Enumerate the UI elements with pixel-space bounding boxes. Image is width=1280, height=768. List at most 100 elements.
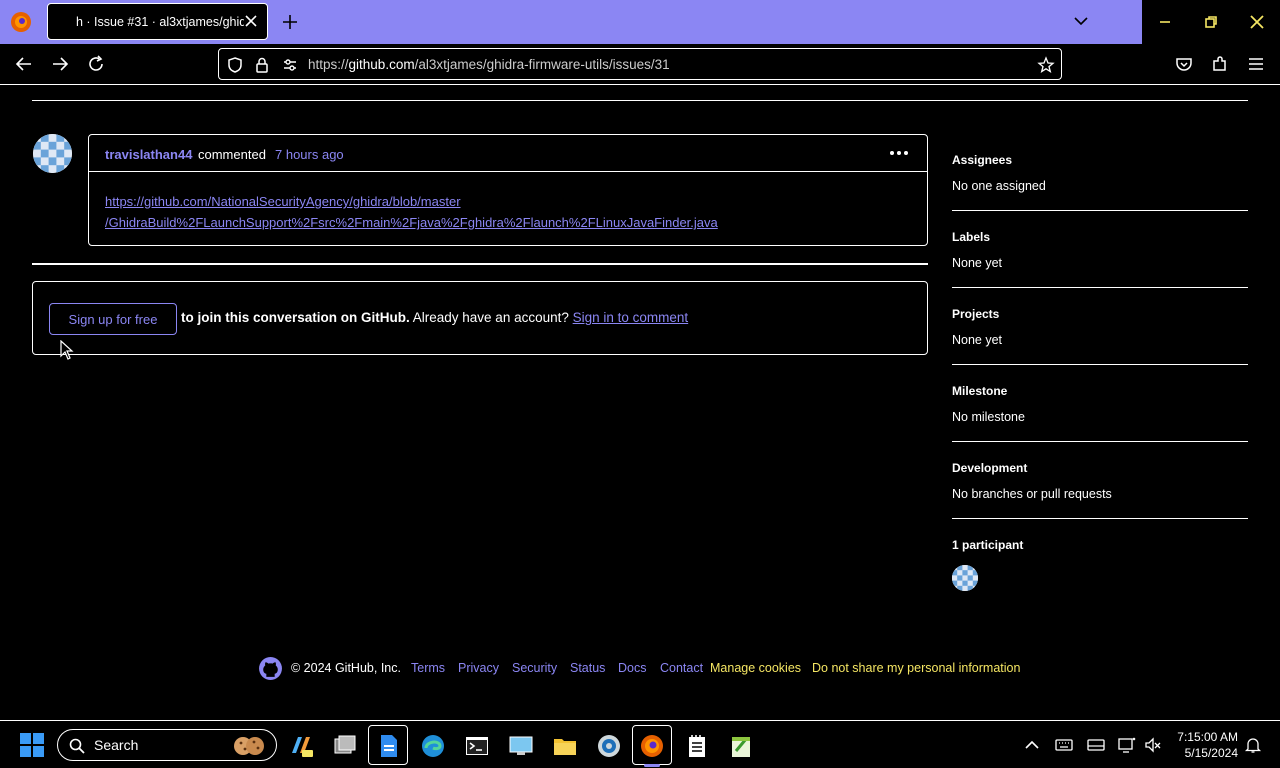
- labels-value: None yet: [952, 256, 1003, 270]
- search-icon: [69, 738, 85, 754]
- join-rest-text: Already have an account?: [409, 310, 573, 325]
- projects-value: None yet: [952, 333, 1003, 347]
- participant-avatar[interactable]: [952, 565, 978, 591]
- divider: [952, 441, 1248, 442]
- minimize-icon[interactable]: [1155, 12, 1175, 32]
- windows-start-icon[interactable]: [19, 732, 45, 758]
- comment-body-link[interactable]: https://github.com/NationalSecurityAgenc…: [105, 191, 905, 233]
- avatar[interactable]: [33, 134, 72, 173]
- document-app-icon[interactable]: [376, 733, 402, 759]
- divider: [32, 100, 1248, 101]
- restore-icon[interactable]: [1201, 12, 1221, 32]
- participants-heading: 1 participant: [952, 538, 1024, 552]
- github-logo-icon[interactable]: [258, 656, 283, 681]
- windows-taskbar: Search 7:15:00 AM 5/15/2024: [0, 720, 1280, 768]
- new-tab-icon[interactable]: [280, 12, 300, 32]
- comment-box: travislathan44 commented 7 hours ago htt…: [88, 134, 928, 246]
- divider: [32, 263, 928, 265]
- task-view-icon[interactable]: [332, 733, 358, 759]
- comment-link-line: https://github.com/NationalSecurityAgenc…: [105, 194, 461, 209]
- notification-bell-icon[interactable]: [1244, 736, 1262, 754]
- divider: [952, 364, 1248, 365]
- mouse-cursor-icon: [60, 340, 74, 360]
- firefox-icon[interactable]: [10, 11, 32, 33]
- chevron-up-icon[interactable]: [1023, 736, 1041, 754]
- assignees-heading[interactable]: Assignees: [952, 153, 1012, 167]
- browser-title-bar: h · Issue #31 · al3xtjames/ghidra-firmwa…: [0, 0, 1280, 44]
- active-indicator: [644, 764, 660, 767]
- network-icon[interactable]: [1118, 736, 1136, 754]
- comment-timestamp-link[interactable]: 7 hours ago: [275, 147, 344, 162]
- copilot-icon[interactable]: [288, 733, 314, 759]
- footer-link-docs[interactable]: Docs: [618, 661, 646, 675]
- navigation-bar: https://github.com/al3xtjames/ghidra-fir…: [0, 44, 1280, 85]
- drive-icon[interactable]: [1087, 736, 1105, 754]
- footer-link-do-not-share[interactable]: Do not share my personal information: [812, 661, 1020, 675]
- terminal-icon[interactable]: [464, 733, 490, 759]
- divider: [952, 518, 1248, 519]
- assignees-value: No one assigned: [952, 179, 1046, 193]
- footer-link-status[interactable]: Status: [570, 661, 605, 675]
- clock-date: 5/15/2024: [1184, 746, 1238, 760]
- projects-heading[interactable]: Projects: [952, 307, 999, 321]
- file-explorer-icon[interactable]: [552, 733, 578, 759]
- divider: [952, 210, 1248, 211]
- chevron-down-icon[interactable]: [1073, 13, 1089, 29]
- close-window-icon[interactable]: [1247, 12, 1267, 32]
- volume-muted-icon[interactable]: [1144, 736, 1162, 754]
- development-heading[interactable]: Development: [952, 461, 1027, 475]
- signup-prompt: Sign up for free to join this conversati…: [32, 281, 928, 355]
- sign-in-link[interactable]: Sign in to comment: [573, 310, 689, 325]
- tab-active[interactable]: h · Issue #31 · al3xtjames/ghidra-firmwa…: [47, 3, 268, 40]
- join-bold-text: to join this conversation on GitHub.: [181, 310, 410, 325]
- notepad-icon[interactable]: [684, 733, 710, 759]
- tab-title: h · Issue #31 · al3xtjames/ghidra-firmwa…: [76, 15, 244, 29]
- url-text: https://github.com/al3xtjames/ghidra-fir…: [308, 57, 670, 72]
- edge-browser-icon[interactable]: [420, 733, 446, 759]
- page-footer: © 2024 GitHub, Inc. Terms Privacy Securi…: [258, 656, 1058, 680]
- join-conversation-text: to join this conversation on GitHub. Alr…: [181, 310, 688, 325]
- footer-link-terms[interactable]: Terms: [411, 661, 445, 675]
- reload-icon[interactable]: [86, 54, 106, 74]
- taskbar-search-box[interactable]: Search: [57, 729, 277, 761]
- footer-copyright: © 2024 GitHub, Inc.: [291, 661, 401, 675]
- comment-action-text: commented: [198, 147, 266, 162]
- settings-app-icon[interactable]: [596, 733, 622, 759]
- permissions-icon[interactable]: [281, 56, 299, 74]
- window-controls: [1142, 0, 1280, 44]
- footer-link-privacy[interactable]: Privacy: [458, 661, 499, 675]
- sign-up-button[interactable]: Sign up for free: [49, 303, 177, 335]
- notepad-plus-icon[interactable]: [728, 733, 754, 759]
- labels-heading[interactable]: Labels: [952, 230, 990, 244]
- milestone-heading[interactable]: Milestone: [952, 384, 1007, 398]
- cookies-icon: [234, 737, 264, 755]
- remote-desktop-icon[interactable]: [508, 733, 534, 759]
- bookmark-star-icon[interactable]: [1037, 56, 1055, 74]
- back-arrow-icon[interactable]: [14, 54, 34, 74]
- taskbar-search-label: Search: [94, 737, 139, 753]
- hamburger-menu-icon[interactable]: [1246, 54, 1266, 74]
- footer-link-manage-cookies[interactable]: Manage cookies: [710, 661, 801, 675]
- milestone-value: No milestone: [952, 410, 1025, 424]
- shield-icon[interactable]: [226, 56, 244, 74]
- lock-icon[interactable]: [253, 56, 271, 74]
- clock-time: 7:15:00 AM: [1177, 730, 1238, 744]
- close-icon[interactable]: [243, 13, 259, 29]
- comment-author-link[interactable]: travislathan44: [105, 147, 192, 162]
- footer-link-contact[interactable]: Contact: [660, 661, 703, 675]
- identicon-icon: [33, 134, 72, 173]
- divider: [952, 287, 1248, 288]
- comment-header: travislathan44 commented 7 hours ago: [89, 135, 927, 172]
- forward-arrow-icon[interactable]: [50, 54, 70, 74]
- taskbar-clock[interactable]: 7:15:00 AM 5/15/2024: [1168, 729, 1238, 761]
- keyboard-icon[interactable]: [1055, 736, 1073, 754]
- identicon-icon: [952, 565, 978, 591]
- development-value: No branches or pull requests: [952, 487, 1112, 501]
- url-bar[interactable]: https://github.com/al3xtjames/ghidra-fir…: [218, 48, 1062, 80]
- firefox-taskbar-icon[interactable]: [639, 733, 665, 759]
- footer-link-security[interactable]: Security: [512, 661, 557, 675]
- comment-link-line: /GhidraBuild%2FLaunchSupport%2Fsrc%2Fmai…: [105, 215, 718, 230]
- pocket-icon[interactable]: [1174, 54, 1194, 74]
- extensions-icon[interactable]: [1210, 54, 1230, 74]
- kebab-menu-icon[interactable]: [889, 148, 909, 158]
